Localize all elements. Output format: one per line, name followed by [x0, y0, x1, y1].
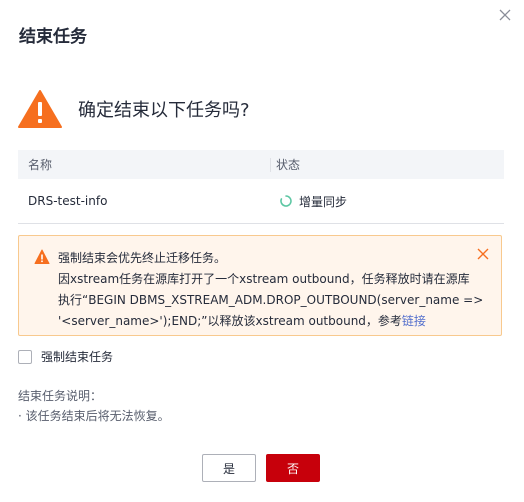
warning-alert: 强制结束会优先终止迁移任务。 因xstream任务在源库打开了一个xstream…	[18, 235, 502, 336]
task-name: DRS-test-info	[28, 194, 108, 208]
no-button[interactable]: 否	[266, 454, 320, 482]
warning-text: 强制结束会优先终止迁移任务。 因xstream任务在源库打开了一个xstream…	[58, 248, 484, 332]
reference-link[interactable]: 链接	[402, 314, 426, 328]
column-header-name: 名称	[28, 158, 53, 172]
confirm-text: 确定结束以下任务吗?	[78, 100, 250, 121]
yes-button[interactable]: 是	[202, 454, 256, 482]
warning-close-icon[interactable]	[477, 248, 489, 260]
warning-line-3: 执行“BEGIN DBMS_XSTREAM_ADM.DROP_OUTBOUND(…	[58, 293, 484, 307]
force-end-checkbox[interactable]	[18, 349, 32, 364]
status-label: 增量同步	[299, 194, 348, 209]
warning-line-4-text: '<server_name>');END;”以释放该xstream outbou…	[58, 314, 402, 328]
close-icon[interactable]	[498, 8, 512, 22]
end-task-dialog: 结束任务 确定结束以下任务吗? 名称 状态 DRS-test-info 增量同步	[0, 0, 524, 502]
warning-line-2: 因xstream任务在源库打开了一个xstream outbound，任务释放时…	[58, 272, 470, 286]
warning-small-icon	[34, 249, 50, 264]
notes-title: 结束任务说明：	[18, 389, 103, 403]
loading-icon	[280, 195, 292, 207]
task-table: 名称 状态 DRS-test-info 增量同步	[18, 150, 504, 224]
confirm-row: 确定结束以下任务吗?	[17, 89, 250, 129]
warning-line-4: '<server_name>');END;”以释放该xstream outbou…	[58, 311, 473, 332]
warning-icon	[18, 90, 62, 128]
warning-line-1: 强制结束会优先终止迁移任务。	[58, 251, 227, 265]
table-header: 名称 状态	[18, 150, 504, 179]
notes-item: · 该任务结束后将无法恢复。	[18, 409, 170, 423]
dialog-title: 结束任务	[19, 27, 87, 47]
table-row: DRS-test-info 增量同步	[18, 179, 504, 224]
force-end-label[interactable]: 强制结束任务	[41, 348, 113, 365]
task-notes: 结束任务说明： · 该任务结束后将无法恢复。	[18, 386, 170, 426]
force-end-option[interactable]: 强制结束任务	[18, 348, 113, 365]
task-status: 增量同步	[270, 193, 504, 210]
column-header-status: 状态	[270, 157, 504, 172]
